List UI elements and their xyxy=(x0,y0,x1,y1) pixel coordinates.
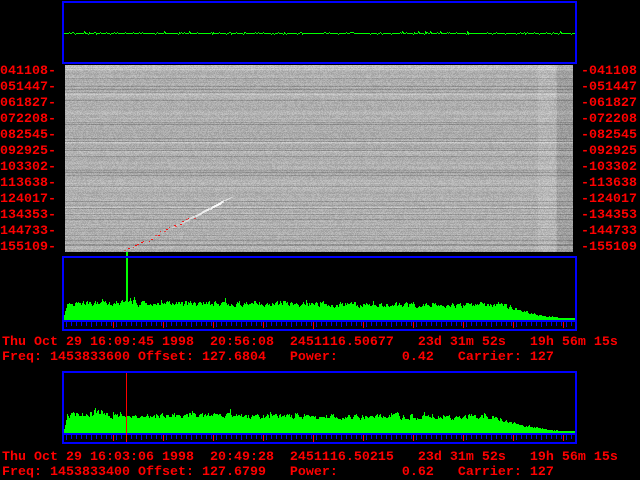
waterfall-time-label-right: -041108 xyxy=(581,63,637,79)
waterfall-time-label-right: -144733 xyxy=(581,223,637,239)
waterfall-time-label-left: 124017- xyxy=(0,191,56,207)
status-line-freq-previous: Freq: 1453833400 Offset: 127.6799 Power:… xyxy=(2,465,554,480)
waterfall-time-label-left: 144733- xyxy=(0,223,56,239)
waterfall-time-label-right: -103302 xyxy=(581,159,637,175)
waterfall-time-label-left: 092925- xyxy=(0,143,56,159)
setifox-monitor-screen: 041108-051447-061827-072208-082545-09292… xyxy=(0,0,640,480)
spectrum-current-plot xyxy=(64,258,575,329)
total-power-panel xyxy=(62,1,577,64)
status-line-time-previous: Thu Oct 29 16:03:06 1998 20:49:28 245111… xyxy=(2,450,618,466)
status-line-freq-current: Freq: 1453833600 Offset: 127.6804 Power:… xyxy=(2,350,554,366)
waterfall-time-label-right: -061827 xyxy=(581,95,637,111)
waterfall-time-label-left: 082545- xyxy=(0,127,56,143)
waterfall-time-label-left: 134353- xyxy=(0,207,56,223)
spectrum-panel-current xyxy=(62,256,577,331)
waterfall-time-label-right: -113638 xyxy=(581,175,637,191)
waterfall-time-label-right: -155109 xyxy=(581,239,637,255)
waterfall-time-label-left: 103302- xyxy=(0,159,56,175)
waterfall-time-label-left: 051447- xyxy=(0,79,56,95)
spectrum-panel-previous xyxy=(62,371,577,444)
waterfall-time-label-right: -124017 xyxy=(581,191,637,207)
waterfall-time-label-left: 155109- xyxy=(0,239,56,255)
spectrum-previous-plot xyxy=(64,373,575,442)
waterfall-time-label-right: -092925 xyxy=(581,143,637,159)
waterfall-time-label-left: 072208- xyxy=(0,111,56,127)
status-line-time-current: Thu Oct 29 16:09:45 1998 20:56:08 245111… xyxy=(2,335,618,351)
waterfall-display xyxy=(65,65,573,252)
waterfall-time-label-left: 113638- xyxy=(0,175,56,191)
total-power-trace xyxy=(64,3,575,62)
waterfall-time-label-left: 061827- xyxy=(0,95,56,111)
waterfall-time-label-right: -134353 xyxy=(581,207,637,223)
waterfall-time-label-right: -082545 xyxy=(581,127,637,143)
waterfall-time-label-right: -051447 xyxy=(581,79,637,95)
waterfall-time-label-right: -072208 xyxy=(581,111,637,127)
waterfall-time-label-left: 041108- xyxy=(0,63,56,79)
